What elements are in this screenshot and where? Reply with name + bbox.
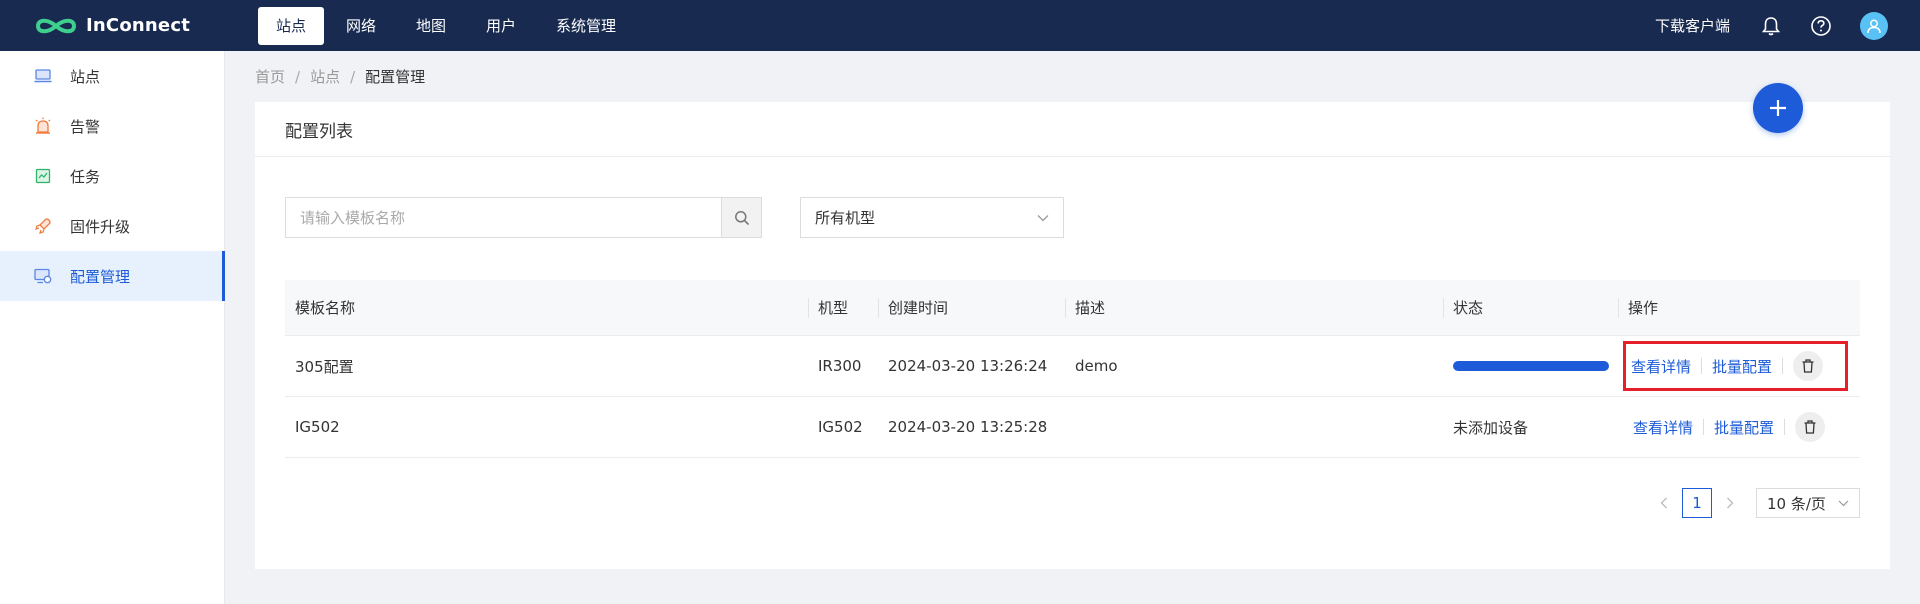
config-table: 模板名称 机型 创建时间 描述 状态 操作 305配置 IR300 2024-0… <box>285 280 1860 458</box>
column-header-desc: 描述 <box>1065 280 1443 336</box>
cell-desc: demo <box>1075 357 1118 375</box>
table-row: 305配置 IR300 2024-03-20 13:26:24 demo 查看详… <box>285 336 1860 397</box>
site-icon <box>34 67 52 85</box>
bell-icon[interactable] <box>1760 15 1782 37</box>
column-header-name: 模板名称 <box>295 298 356 317</box>
cell-created: 2024-03-20 13:25:28 <box>888 418 1048 436</box>
pagination: 1 10 条/页 <box>1652 488 1860 518</box>
help-icon[interactable] <box>1810 15 1832 37</box>
column-header-model: 机型 <box>808 280 878 336</box>
batch-config-link[interactable]: 批量配置 <box>1712 356 1772 377</box>
sidebar-item-label: 配置管理 <box>70 267 131 286</box>
column-header-actions: 操作 <box>1618 280 1860 336</box>
nav-item-site[interactable]: 站点 <box>258 6 324 45</box>
firmware-icon <box>34 217 52 235</box>
sidebar-item-label: 任务 <box>70 167 101 186</box>
cell-actions: 查看详情 批量配置 <box>1618 341 1860 391</box>
action-divider <box>1782 358 1784 374</box>
config-list-card: 配置列表 所有机型 模板名称 机型 创建时间 描述 状态 操作 305配置 IR… <box>255 102 1890 569</box>
page-size-select[interactable]: 10 条/页 <box>1756 488 1860 518</box>
sidebar-item-config[interactable]: 配置管理 <box>0 251 225 301</box>
breadcrumb-separator: / <box>350 67 356 86</box>
cell-name: IG502 <box>295 418 340 436</box>
chevron-down-icon <box>1037 214 1049 221</box>
download-client-link[interactable]: 下载客户端 <box>1655 15 1730 36</box>
search-button[interactable] <box>721 198 761 237</box>
column-header-status: 状态 <box>1443 280 1618 336</box>
table-row: IG502 IG502 2024-03-20 13:25:28 未添加设备 查看… <box>285 397 1860 458</box>
user-avatar[interactable] <box>1860 11 1888 40</box>
model-select[interactable]: 所有机型 <box>800 197 1064 238</box>
sidebar: 站点 告警 任务 固件升级 配置管理 <box>0 51 225 604</box>
cell-status <box>1443 361 1618 371</box>
cell-status: 未添加设备 <box>1453 418 1529 437</box>
table-header: 模板名称 机型 创建时间 描述 状态 操作 <box>285 280 1860 336</box>
breadcrumb-separator: / <box>295 67 301 86</box>
chevron-right-icon <box>1727 497 1734 509</box>
alarm-icon <box>34 117 52 135</box>
delete-button[interactable] <box>1793 351 1824 381</box>
sidebar-item-alarm[interactable]: 告警 <box>0 101 224 151</box>
search-box <box>285 197 762 238</box>
sidebar-item-firmware[interactable]: 固件升级 <box>0 201 224 251</box>
nav-item-network[interactable]: 网络 <box>328 7 394 45</box>
status-progress-bar <box>1453 361 1609 371</box>
column-header-created: 创建时间 <box>878 280 1065 336</box>
cell-model: IR300 <box>818 357 862 375</box>
next-page-button[interactable] <box>1718 488 1742 518</box>
action-divider <box>1703 419 1705 435</box>
cell-model: IG502 <box>818 418 863 436</box>
sidebar-item-task[interactable]: 任务 <box>0 151 224 201</box>
app-name: InConnect <box>86 15 190 36</box>
chevron-left-icon <box>1660 497 1667 509</box>
nav-item-user[interactable]: 用户 <box>468 7 534 45</box>
add-config-button[interactable] <box>1753 83 1803 133</box>
search-icon <box>734 210 749 225</box>
card-title: 配置列表 <box>255 102 1890 157</box>
view-details-link[interactable]: 查看详情 <box>1631 356 1691 377</box>
top-navbar: InConnect 站点 网络 地图 用户 系统管理 下载客户端 <box>0 0 1920 51</box>
action-divider <box>1701 358 1703 374</box>
cell-created: 2024-03-20 13:26:24 <box>888 357 1048 375</box>
page-number-current[interactable]: 1 <box>1682 488 1712 518</box>
nav-item-map[interactable]: 地图 <box>398 7 464 45</box>
delete-button[interactable] <box>1795 412 1826 442</box>
row-actions-highlighted: 查看详情 批量配置 <box>1623 341 1848 391</box>
user-icon <box>1867 19 1881 33</box>
trash-icon <box>1804 420 1816 434</box>
task-icon <box>34 167 52 185</box>
main-nav: 站点 网络 地图 用户 系统管理 <box>258 0 638 51</box>
plus-icon <box>1770 100 1786 116</box>
chevron-down-icon <box>1838 500 1849 506</box>
config-icon <box>34 267 52 285</box>
cell-name: 305配置 <box>295 357 354 376</box>
breadcrumb-site[interactable]: 站点 <box>310 66 340 87</box>
breadcrumb: 首页 / 站点 / 配置管理 <box>255 66 425 87</box>
breadcrumb-current: 配置管理 <box>365 68 426 86</box>
sidebar-item-label: 站点 <box>70 67 101 86</box>
page-size-value: 10 条/页 <box>1767 494 1826 513</box>
model-select-value: 所有机型 <box>815 209 876 227</box>
topbar-actions: 下载客户端 <box>1655 0 1920 51</box>
breadcrumb-home[interactable]: 首页 <box>255 66 285 87</box>
search-input[interactable] <box>286 198 721 237</box>
action-divider <box>1784 419 1786 435</box>
sidebar-item-site[interactable]: 站点 <box>0 51 224 101</box>
view-details-link[interactable]: 查看详情 <box>1633 417 1693 438</box>
nav-item-system[interactable]: 系统管理 <box>538 7 634 45</box>
trash-icon <box>1802 359 1814 373</box>
sidebar-item-label: 告警 <box>70 117 101 136</box>
cell-actions: 查看详情 批量配置 <box>1618 405 1860 449</box>
row-actions: 查看详情 批量配置 <box>1628 405 1860 449</box>
inconnect-logo-icon <box>35 18 77 33</box>
prev-page-button[interactable] <box>1652 488 1676 518</box>
batch-config-link[interactable]: 批量配置 <box>1714 417 1774 438</box>
sidebar-item-label: 固件升级 <box>70 217 131 236</box>
logo[interactable]: InConnect <box>34 15 258 37</box>
